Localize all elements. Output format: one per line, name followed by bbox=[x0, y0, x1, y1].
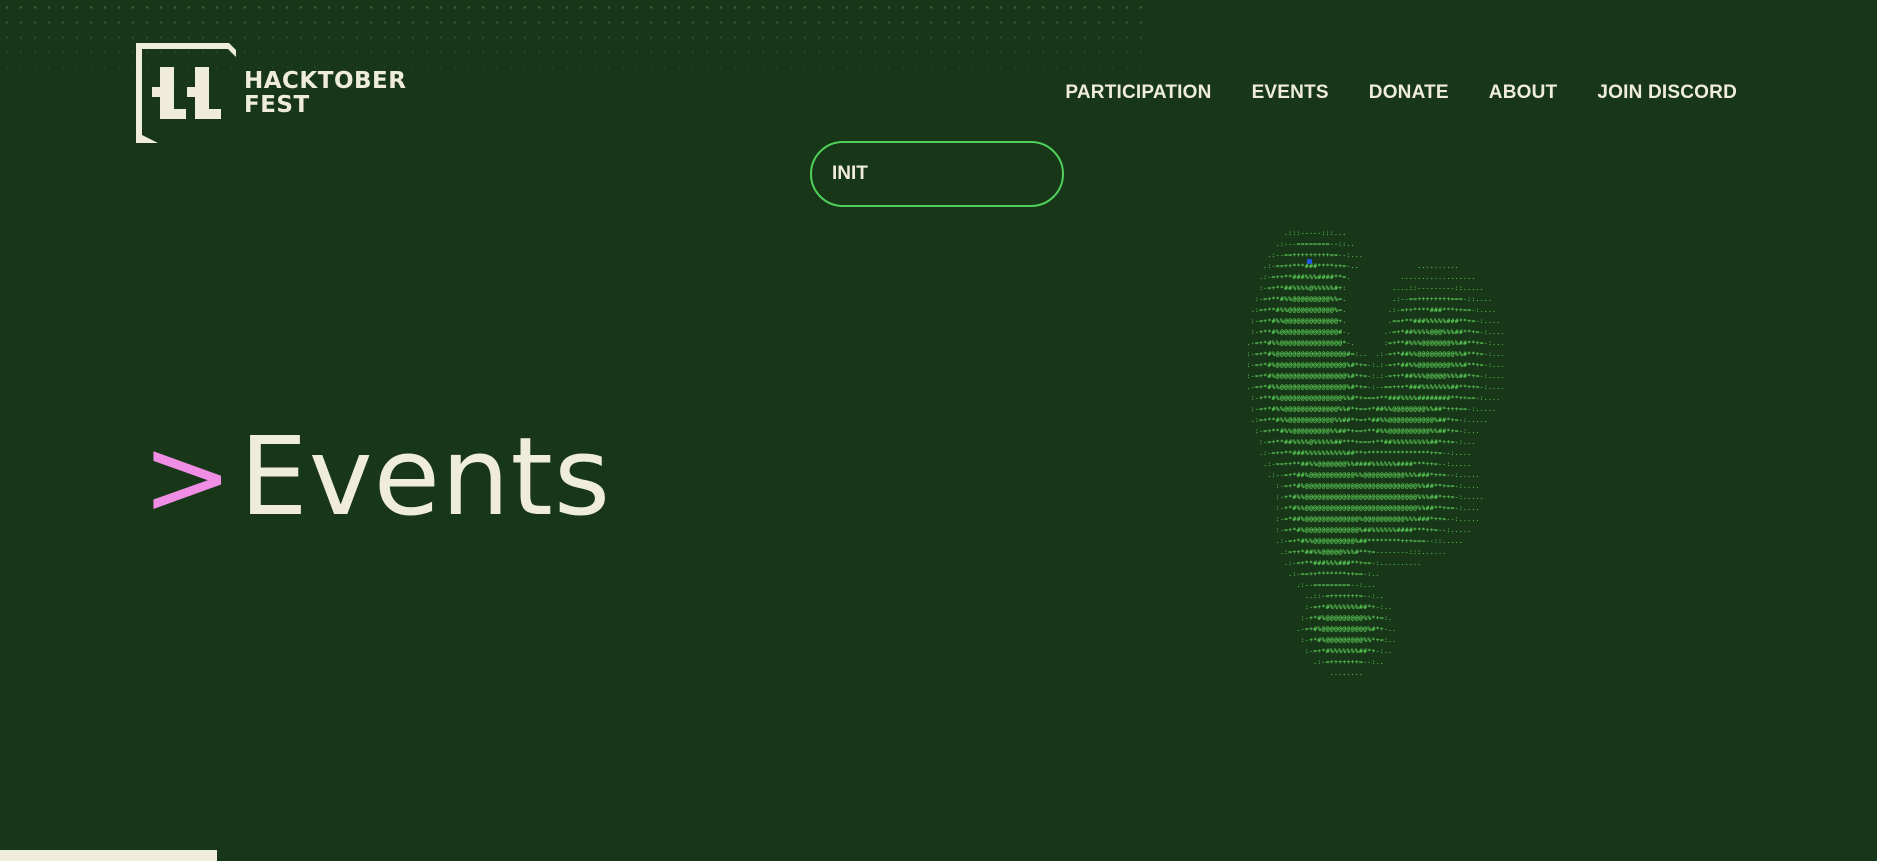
nav-item-events[interactable]: EVENTS bbox=[1252, 82, 1329, 104]
nav-item-about[interactable]: ABOUT bbox=[1489, 82, 1558, 104]
nav-item-join-discord[interactable]: JOIN DISCORD bbox=[1597, 82, 1737, 104]
brand-name-line1: HACKTOBER bbox=[244, 68, 407, 94]
nav-item-donate[interactable]: DONATE bbox=[1369, 82, 1449, 104]
brand-name-line2: FEST bbox=[244, 92, 310, 118]
main-nav: PARTICIPATION EVENTS DONATE ABOUT JOIN D… bbox=[1065, 82, 1737, 104]
page-title: > Events bbox=[142, 418, 611, 538]
page: HACKTOBER FEST PARTICIPATION EVENTS DONA… bbox=[0, 0, 1877, 861]
nav-item-participation[interactable]: PARTICIPATION bbox=[1065, 82, 1211, 104]
page-title-text: Events bbox=[239, 415, 612, 540]
hacktoberfest-11-logo-icon bbox=[136, 43, 236, 143]
brand-wordmark: HACKTOBER FEST bbox=[244, 69, 406, 117]
init-button[interactable]: INIT bbox=[810, 141, 1064, 207]
cursor-dot bbox=[1307, 259, 1312, 264]
prompt-chevron: > bbox=[142, 415, 234, 540]
scroll-progress-bar bbox=[0, 850, 217, 861]
ascii-globe-illustration: .:::-----:::... .:---========--::.. .:--… bbox=[1246, 230, 1505, 677]
brand-logo-link[interactable]: HACKTOBER FEST bbox=[136, 43, 406, 143]
